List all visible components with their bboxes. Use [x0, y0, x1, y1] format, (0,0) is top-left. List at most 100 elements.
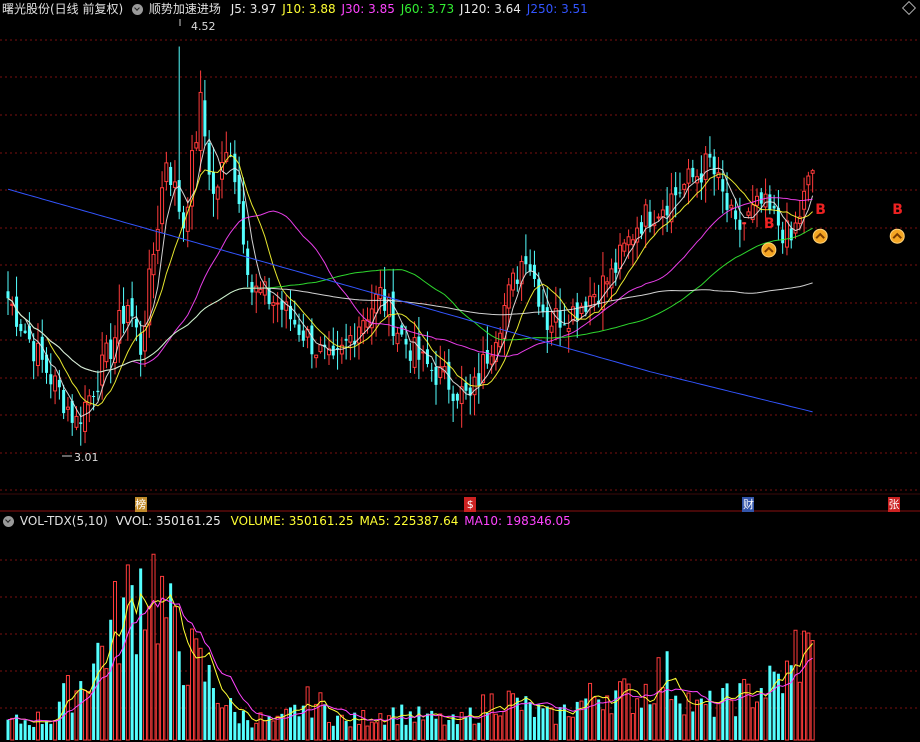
volume-bar-down	[49, 723, 53, 740]
indicator-name[interactable]: 顺势加速进场	[149, 2, 221, 16]
volume-bar-down	[6, 719, 10, 740]
candle-up	[656, 216, 661, 219]
volume-bar-down	[614, 690, 618, 740]
candle-up	[215, 186, 220, 200]
candle-up	[258, 288, 263, 294]
volume-bar-up	[284, 708, 289, 741]
volume-bar-down	[699, 698, 703, 740]
candle-down	[648, 211, 652, 227]
event-marker[interactable]: 榜	[134, 497, 147, 512]
volume-bar-up	[74, 690, 79, 741]
volume-bar-up	[438, 713, 443, 741]
volume-bar-down	[250, 727, 254, 740]
volume-bar-down	[40, 724, 44, 740]
volume-bar-up	[275, 715, 280, 741]
candle-down	[639, 222, 643, 234]
volume-bar-down	[477, 722, 481, 740]
volume-bar-up	[314, 703, 319, 741]
candle-down	[464, 382, 468, 391]
candle-up	[742, 222, 747, 225]
volume-bar-down	[177, 651, 181, 740]
candle-down	[400, 325, 404, 335]
volume-bar-up	[369, 721, 374, 741]
volume-bar-up	[643, 683, 648, 741]
candle-up	[275, 302, 280, 305]
candle-down	[725, 193, 729, 210]
candle-up	[356, 326, 361, 344]
candle-up	[314, 354, 319, 359]
volume-bar-up	[365, 725, 370, 741]
volume-bar-down	[464, 716, 468, 740]
candle-up	[793, 222, 798, 234]
low-price-label: 3.01	[74, 451, 99, 464]
volume-bar-up	[215, 702, 220, 741]
candle-down	[207, 142, 211, 175]
event-marker[interactable]: 财	[742, 497, 755, 512]
volume-bar-down	[515, 697, 519, 740]
candle-down	[674, 187, 678, 196]
volume-bar-down	[130, 585, 134, 740]
volume-bar-up	[660, 687, 665, 741]
event-marker[interactable]: $	[464, 497, 477, 512]
candle-up	[489, 355, 494, 365]
volume-bar-up	[755, 701, 759, 741]
candle-down	[130, 298, 134, 317]
candle-down	[32, 341, 36, 362]
candle-up	[622, 242, 627, 252]
volume-value: VOLUME: 350161.25	[230, 514, 354, 528]
volume-indicator-name[interactable]: VOL-TDX(5,10)	[20, 514, 108, 528]
vol-ma10-value: MA10: 198346.05	[464, 514, 571, 528]
volume-bar-down	[301, 705, 305, 740]
candle-down	[241, 201, 245, 245]
candle-up	[682, 183, 687, 190]
candle-up	[686, 168, 691, 184]
candle-up	[35, 342, 40, 366]
candle-up	[506, 284, 511, 309]
volume-bar-down	[404, 724, 408, 740]
buy-signal-b: B	[815, 202, 826, 218]
volume-bar-down	[524, 696, 528, 740]
candle-up	[348, 335, 353, 343]
candle-down	[404, 338, 408, 345]
price-header: 曙光股份(日线 前复权) 顺势加速进场 J5: 3.97 J10: 3.88 J…	[0, 0, 590, 18]
candle-down	[545, 307, 549, 330]
volume-bar-up	[695, 699, 700, 741]
price-volume-chart: B B B 4.52 3.01	[0, 19, 920, 741]
candle-down	[455, 393, 459, 401]
volume-bar-down	[45, 721, 49, 740]
candle-up	[198, 91, 203, 152]
volume-bar-down	[400, 704, 404, 740]
chevron-down-icon[interactable]	[3, 516, 14, 527]
candle-up	[361, 320, 366, 334]
volume-bar-up	[83, 689, 88, 741]
candle-down	[203, 100, 207, 137]
volume-bar-up	[802, 630, 807, 741]
event-marker[interactable]: 张	[887, 497, 900, 512]
candle-down	[237, 174, 241, 205]
candle-down	[558, 310, 562, 328]
candle-down	[537, 279, 541, 307]
candle-down	[477, 373, 481, 386]
volume-bar-down	[545, 706, 549, 740]
candle-down	[738, 219, 742, 230]
volume-bar-up	[750, 707, 755, 741]
candle-down	[425, 349, 429, 365]
candle-down	[169, 166, 173, 186]
moving-average-lines	[7, 138, 814, 418]
candle-up	[125, 304, 130, 323]
volume-bars	[6, 553, 815, 741]
chevron-down-icon[interactable]	[132, 4, 144, 15]
volume-bar-up	[549, 707, 554, 741]
candle-down	[109, 339, 113, 360]
candle-up	[660, 209, 665, 218]
volume-bar-down	[639, 707, 643, 740]
volume-bar-down	[27, 725, 31, 740]
candle-up	[618, 244, 623, 270]
volume-bar-up	[622, 678, 627, 741]
candle-up	[626, 236, 631, 246]
candle-down	[177, 180, 181, 212]
candle-down	[781, 229, 785, 244]
volume-bar-down	[181, 685, 185, 740]
volume-bar-up	[493, 713, 498, 741]
volume-bar-down	[789, 665, 793, 740]
